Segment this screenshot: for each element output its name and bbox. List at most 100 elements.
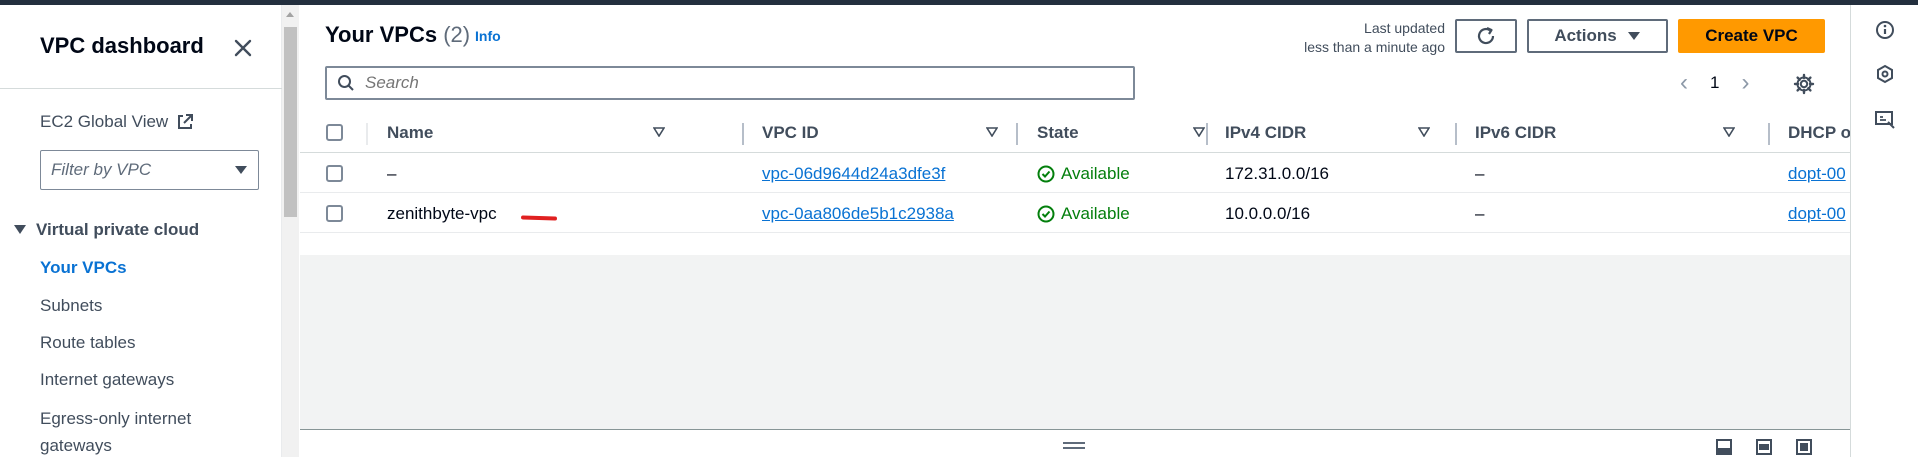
vpc-id-link[interactable]: vpc-0aa806de5b1c2938a — [762, 204, 954, 224]
cell-vpc-id: vpc-0aa806de5b1c2938a — [762, 194, 954, 233]
state-label: Available — [1061, 203, 1130, 223]
dhcp-options-link[interactable]: dopt-00 — [1788, 204, 1846, 224]
state-label: Available — [1061, 163, 1130, 183]
scroll-up-arrow[interactable] — [286, 12, 294, 17]
split-panel-position-controls — [1715, 438, 1813, 456]
row-select-cell — [326, 194, 343, 233]
hexagon-panel-button[interactable] — [1874, 63, 1896, 85]
sidebar-scrollbar-thumb[interactable] — [284, 27, 297, 217]
refresh-button[interactable] — [1455, 19, 1517, 53]
gear-icon — [1793, 73, 1815, 95]
column-header-ipv4-cidr[interactable]: IPv4 CIDR — [1225, 112, 1442, 153]
sort-icon — [986, 127, 998, 137]
cell-name: zenithbyte-vpc — [387, 203, 497, 223]
table-preferences-button[interactable] — [1793, 73, 1815, 100]
row-select-cell — [326, 154, 343, 193]
sidebar-section-virtual-private-cloud[interactable]: Virtual private cloud — [14, 220, 199, 240]
empty-details-area — [300, 255, 1850, 430]
info-panel-button[interactable] — [1874, 19, 1896, 41]
search-field[interactable] — [325, 66, 1135, 100]
side-navigation: VPC dashboard EC2 Global View Filter by … — [0, 5, 282, 457]
split-panel-resize-handle[interactable] — [1063, 442, 1085, 452]
panel-bottom-icon[interactable] — [1715, 438, 1733, 456]
hexagon-icon — [1877, 64, 1893, 84]
column-header-dhcp-label: DHCP o — [1788, 122, 1850, 142]
search-icon — [338, 75, 354, 91]
table-row[interactable]: – vpc-06d9644d24a3dfe3f Available 172.31… — [300, 154, 1850, 193]
table-header: Name VPC ID State IPv4 CIDR IPv6 CIDR DH… — [300, 112, 1850, 153]
filter-by-vpc-placeholder: Filter by VPC — [51, 160, 152, 179]
column-header-ipv6-cidr-label: IPv6 CIDR — [1475, 122, 1557, 142]
last-updated-label: Last updated — [1364, 20, 1445, 36]
column-header-ipv6-cidr[interactable]: IPv6 CIDR — [1475, 112, 1747, 153]
current-page-number[interactable]: 1 — [1710, 73, 1719, 93]
caret-down-icon — [235, 166, 247, 174]
select-all-checkbox[interactable] — [326, 124, 343, 141]
cell-ipv6-cidr: – — [1475, 203, 1485, 223]
sidebar-item-route-tables[interactable]: Route tables — [40, 329, 135, 356]
dhcp-options-link[interactable]: dopt-00 — [1788, 164, 1846, 184]
panel-side-icon[interactable] — [1795, 438, 1813, 456]
column-header-dhcp[interactable]: DHCP o — [1788, 112, 1850, 153]
sort-icon — [1418, 127, 1430, 137]
sidebar-item-egress-only-internet-gateways[interactable]: Egress-only internet — [40, 405, 191, 432]
sort-icon — [653, 127, 665, 137]
cell-state: Available — [1037, 154, 1130, 193]
sidebar-item-internet-gateways[interactable]: Internet gateways — [40, 366, 174, 393]
info-link[interactable]: Info — [475, 28, 501, 44]
panel-middle-icon[interactable] — [1755, 438, 1773, 456]
row-checkbox[interactable] — [326, 205, 343, 222]
split-panel-bar — [300, 430, 1850, 457]
table-row[interactable]: zenithbyte-vpc vpc-0aa806de5b1c2938a Ava… — [300, 194, 1850, 233]
cell-name: – — [387, 163, 397, 183]
vpc-id-link[interactable]: vpc-06d9644d24a3dfe3f — [762, 164, 945, 184]
info-icon — [1876, 21, 1894, 39]
main-content: Your VPCs (2) Info Last updated less tha… — [300, 5, 1850, 457]
actions-label: Actions — [1554, 26, 1617, 45]
column-header-name-label: Name — [387, 122, 434, 142]
handle-line — [1063, 447, 1085, 449]
vpc-table: Name VPC ID State IPv4 CIDR IPv6 CIDR DH… — [300, 112, 1850, 252]
column-separator[interactable] — [1206, 123, 1208, 145]
column-separator[interactable] — [1768, 123, 1770, 145]
sort-icon — [1723, 127, 1735, 137]
sidebar-item-egress-only-internet-gateways-line2[interactable]: gateways — [40, 432, 112, 457]
column-header-ipv4-cidr-label: IPv4 CIDR — [1225, 122, 1307, 142]
feedback-panel-button[interactable] — [1874, 109, 1896, 131]
check-circle-icon — [1037, 165, 1055, 182]
cell-dhcp: dopt-00 — [1788, 154, 1846, 193]
refresh-icon — [1477, 26, 1495, 45]
cell-ipv4-cidr: 172.31.0.0/16 — [1225, 163, 1329, 183]
page-title-text: Your VPCs — [325, 22, 438, 47]
sidebar-item-subnets[interactable]: Subnets — [40, 292, 102, 319]
actions-dropdown-button[interactable]: Actions — [1527, 19, 1668, 53]
close-icon — [234, 39, 252, 57]
column-separator[interactable] — [742, 123, 744, 145]
filter-by-vpc-select[interactable]: Filter by VPC — [40, 150, 259, 190]
column-header-state[interactable]: State — [1037, 112, 1217, 153]
next-page-button[interactable]: › — [1741, 71, 1749, 95]
external-link-icon — [178, 114, 194, 129]
select-all-cell — [326, 112, 356, 153]
sidebar-section-label: Virtual private cloud — [36, 220, 200, 239]
cell-state: Available — [1037, 194, 1130, 233]
sidebar-scrollbar[interactable] — [282, 5, 299, 457]
cell-vpc-id: vpc-06d9644d24a3dfe3f — [762, 154, 945, 193]
column-header-vpc-id-label: VPC ID — [762, 122, 819, 142]
cell-ipv4-cidr: 10.0.0.0/16 — [1225, 203, 1311, 223]
last-updated-value: less than a minute ago — [1304, 39, 1445, 55]
create-vpc-button[interactable]: Create VPC — [1678, 19, 1825, 53]
column-header-name[interactable]: Name — [387, 112, 677, 153]
tools-rail — [1850, 5, 1918, 457]
close-sidebar-button[interactable] — [228, 33, 258, 63]
previous-page-button[interactable]: ‹ — [1680, 71, 1688, 95]
column-header-state-label: State — [1037, 122, 1079, 142]
search-input[interactable] — [365, 73, 1123, 93]
sidebar-item-your-vpcs[interactable]: Your VPCs — [40, 254, 127, 281]
row-checkbox[interactable] — [326, 165, 343, 182]
column-separator[interactable] — [1455, 123, 1457, 145]
cell-ipv6-cidr: – — [1475, 163, 1485, 183]
column-separator[interactable] — [1016, 123, 1018, 145]
column-separator — [366, 123, 368, 145]
ec2-global-view-link[interactable]: EC2 Global View — [40, 112, 194, 132]
